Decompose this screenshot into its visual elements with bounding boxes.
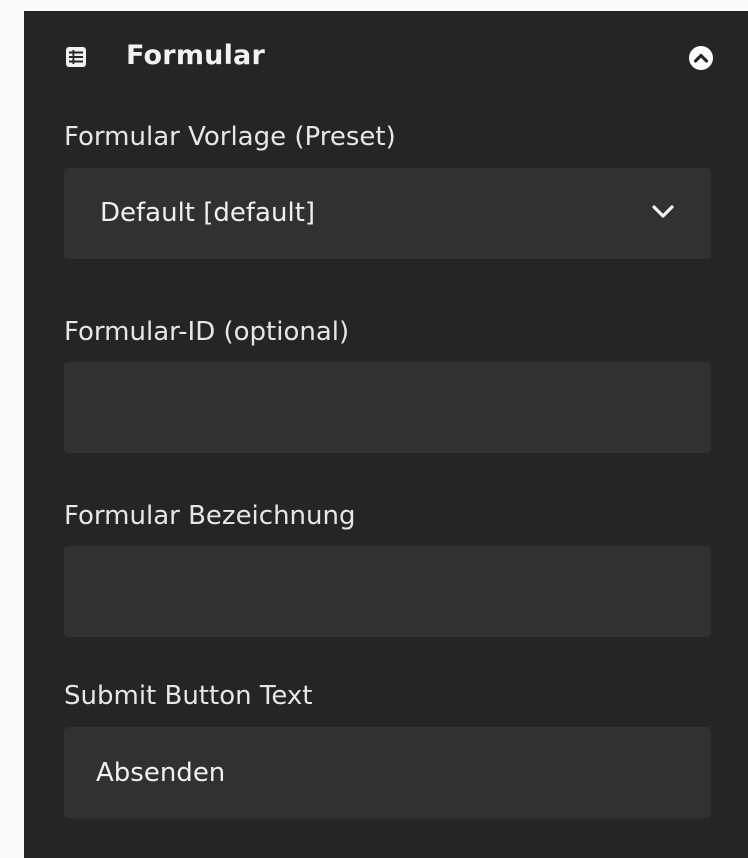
preset-label: Formular Vorlage (Preset) bbox=[64, 122, 396, 152]
preset-select[interactable]: Default [default] bbox=[64, 168, 711, 259]
page: Formular Formular Vorlage (Preset) Defau… bbox=[0, 0, 748, 858]
form-settings-panel: Formular Formular Vorlage (Preset) Defau… bbox=[24, 11, 748, 858]
chevron-down-icon bbox=[651, 204, 675, 220]
chevron-up-circle-icon[interactable] bbox=[688, 45, 714, 71]
form-list-icon bbox=[66, 47, 86, 67]
submit-text-field-container bbox=[64, 727, 711, 818]
form-name-input[interactable] bbox=[64, 546, 711, 637]
form-name-field-container bbox=[64, 546, 711, 637]
panel-header[interactable]: Formular bbox=[24, 11, 748, 101]
form-id-input[interactable] bbox=[64, 362, 711, 453]
preset-selected-value: Default [default] bbox=[100, 198, 316, 228]
form-id-label: Formular-ID (optional) bbox=[64, 317, 350, 347]
submit-text-input[interactable] bbox=[64, 727, 711, 818]
panel-title: Formular bbox=[126, 40, 265, 71]
submit-text-label: Submit Button Text bbox=[64, 681, 313, 711]
form-name-label: Formular Bezeichnung bbox=[64, 501, 356, 531]
form-id-field-container bbox=[64, 362, 711, 453]
